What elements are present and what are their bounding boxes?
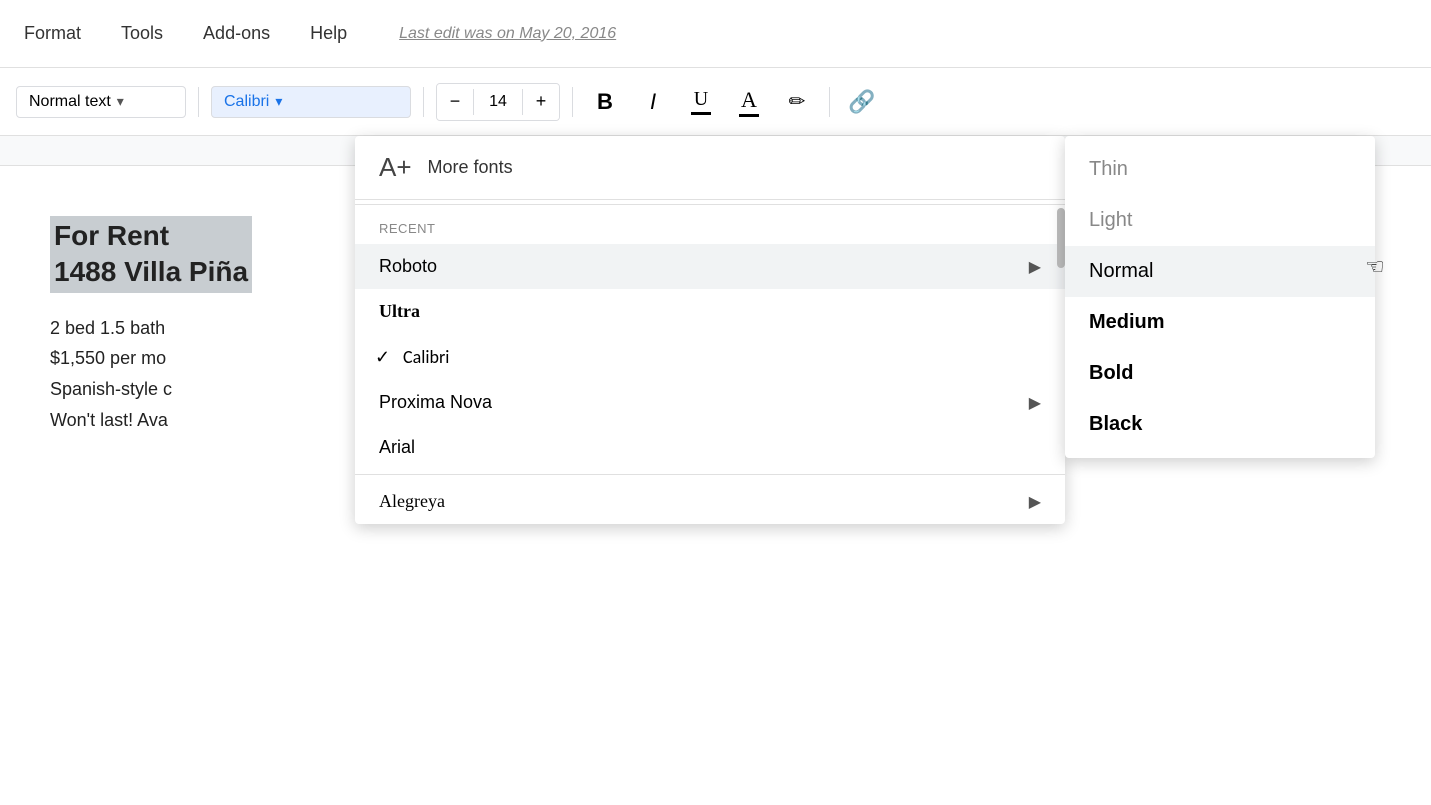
font-name-proxima: Proxima Nova: [379, 392, 492, 413]
font-color-a: A: [741, 87, 757, 113]
weight-item-medium[interactable]: Medium: [1065, 297, 1375, 348]
font-color-line: [739, 114, 759, 117]
weight-medium-label: Medium: [1089, 311, 1165, 333]
highlight-icon: ✏: [789, 89, 806, 114]
menu-bar: Format Tools Add-ons Help Last edit was …: [0, 0, 1431, 68]
highlight-button[interactable]: ✏: [777, 82, 817, 122]
last-edit-text: Last edit was on May 20, 2016: [399, 25, 616, 43]
underline-icon: U: [691, 88, 711, 115]
font-color-button[interactable]: A: [729, 82, 769, 122]
menu-addons[interactable]: Add-ons: [195, 19, 278, 48]
weight-item-thin[interactable]: Thin: [1065, 144, 1375, 195]
more-fonts-icon: A+: [379, 152, 412, 183]
recent-label: RECENT: [355, 209, 1065, 244]
weight-thin-label: Thin: [1089, 158, 1128, 180]
font-name-calibri: Calibri: [403, 346, 449, 368]
font-size-value[interactable]: 14: [473, 89, 523, 115]
font-arrow-icon: ▾: [275, 93, 282, 110]
font-roboto-arrow: ▶: [1029, 257, 1041, 277]
link-icon: 🔗: [848, 89, 875, 115]
underline-a-letter: U: [694, 88, 708, 111]
weight-light-label: Light: [1089, 209, 1132, 231]
font-name-alegreya: Alegreya: [379, 491, 445, 512]
font-size-decrease[interactable]: −: [437, 84, 473, 120]
italic-button[interactable]: I: [633, 82, 673, 122]
font-item-roboto[interactable]: Roboto ▶: [355, 244, 1065, 289]
font-item-alegreya[interactable]: Alegreya ▶: [355, 479, 1065, 524]
weight-item-black[interactable]: Black: [1065, 399, 1375, 450]
font-divider-bottom: [355, 474, 1065, 475]
calibri-check-icon: ✓: [375, 347, 390, 368]
more-fonts-label: More fonts: [428, 157, 513, 178]
weight-item-light[interactable]: Light: [1065, 195, 1375, 246]
more-fonts-row[interactable]: A+ More fonts: [355, 136, 1065, 200]
font-divider-top: [355, 204, 1065, 205]
font-item-calibri[interactable]: ✓ Calibri: [355, 334, 1065, 380]
font-dropdown-trigger[interactable]: Calibri ▾: [211, 86, 411, 118]
toolbar: Normal text ▾ Calibri ▾ − 14 + B I U A ✏…: [0, 68, 1431, 136]
font-name-arial: Arial: [379, 437, 415, 458]
menu-help[interactable]: Help: [302, 19, 355, 48]
weight-item-normal[interactable]: Normal ☞: [1065, 246, 1375, 297]
cursor-hand-icon: ☞: [1365, 254, 1385, 280]
dropdown-scrollbar-thumb[interactable]: [1057, 208, 1065, 268]
font-alegreya-arrow: ▶: [1029, 492, 1041, 512]
menu-format[interactable]: Format: [16, 19, 89, 48]
style-arrow-icon: ▾: [117, 93, 124, 110]
font-name-roboto: Roboto: [379, 256, 437, 277]
style-label: Normal text: [29, 93, 111, 111]
font-label: Calibri: [224, 93, 269, 111]
font-size-increase[interactable]: +: [523, 84, 559, 120]
doc-heading-line2: 1488 Villa Piña: [54, 254, 248, 290]
separator-1: [198, 87, 199, 117]
separator-4: [829, 87, 830, 117]
font-item-ultra[interactable]: Ultra: [355, 289, 1065, 334]
separator-2: [423, 87, 424, 117]
weight-item-bold[interactable]: Bold: [1065, 348, 1375, 399]
weight-normal-label: Normal: [1089, 260, 1153, 282]
font-proxima-arrow: ▶: [1029, 393, 1041, 413]
underline-line: [691, 112, 711, 115]
font-name-ultra: Ultra: [379, 301, 420, 322]
separator-3: [572, 87, 573, 117]
menu-tools[interactable]: Tools: [113, 19, 171, 48]
font-item-proxima[interactable]: Proxima Nova ▶: [355, 380, 1065, 425]
style-dropdown[interactable]: Normal text ▾: [16, 86, 186, 118]
underline-button[interactable]: U: [681, 82, 721, 122]
bold-button[interactable]: B: [585, 82, 625, 122]
doc-heading-line1: For Rent: [54, 218, 248, 254]
doc-heading: For Rent 1488 Villa Piña: [50, 216, 252, 293]
font-dropdown-menu: A+ More fonts RECENT Roboto ▶ Ultra ✓ Ca…: [355, 136, 1065, 524]
weight-black-label: Black: [1089, 413, 1142, 435]
font-color-icon: A: [739, 87, 759, 117]
weight-dropdown: Thin Light Normal ☞ Medium Bold Black: [1065, 136, 1375, 458]
weight-bold-label: Bold: [1089, 362, 1133, 384]
link-button[interactable]: 🔗: [842, 82, 882, 122]
font-size-control: − 14 +: [436, 83, 560, 121]
font-item-arial[interactable]: Arial: [355, 425, 1065, 470]
